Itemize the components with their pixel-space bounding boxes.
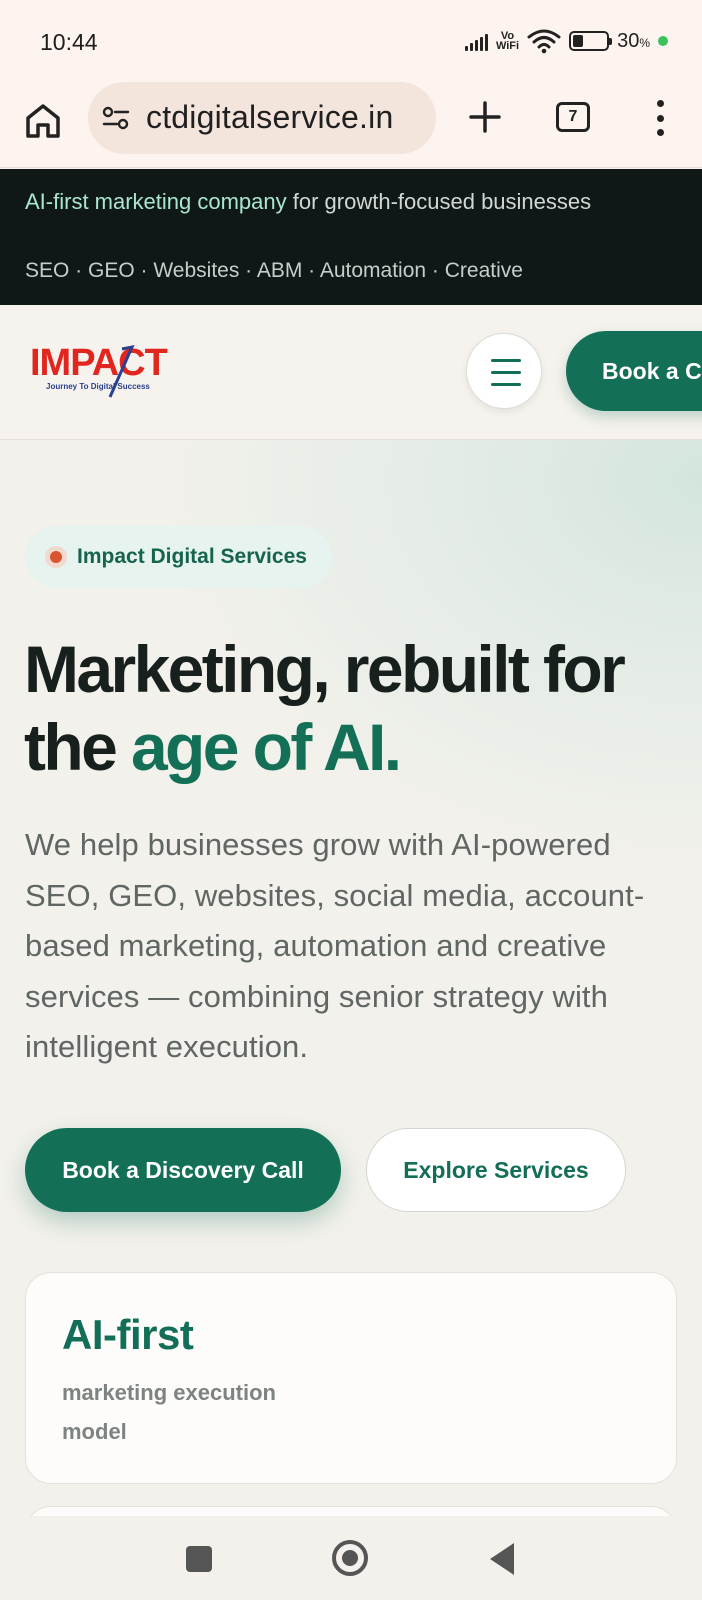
vowifi-label: Vo WiFi [495,30,520,52]
banner-tagline-rest: for growth-focused businesses [286,189,592,214]
status-icons: Vo WiFi 30% [464,28,668,54]
url-text: ctdigitalservice.in [146,99,394,135]
book-discovery-call-button[interactable]: Book a Discovery Call [25,1128,341,1212]
tab-switcher-icon[interactable]: 7 [556,102,590,132]
banner-services: SEO · GEO · Websites · ABM · Automation … [25,259,523,282]
battery-icon [569,31,613,51]
battery-percent: 30% [617,29,650,52]
svg-text:Journey To Digital Success: Journey To Digital Success [46,382,150,391]
hamburger-icon [491,359,521,362]
system-nav-bar [0,1516,702,1600]
status-dot-icon [45,546,67,568]
book-call-header-button[interactable]: Book a Call [566,331,702,411]
stat-card: AI-first marketing execution model [25,1272,677,1484]
hero-section: Impact Digital Services Marketing, rebui… [0,440,702,1516]
hero-title-accent: age of AI. [130,710,402,784]
impact-logo[interactable]: IMPACT Journey To Digital Success [30,339,190,399]
brand-chip: Impact Digital Services [25,526,332,588]
status-time: 10:44 [40,29,98,55]
site-header: IMPACT Journey To Digital Success Book a… [0,305,702,440]
announcement-banner: AI-first marketing company for growth-fo… [0,169,702,305]
brand-chip-label: Impact Digital Services [77,545,307,568]
signal-icon [464,31,488,51]
site-settings-icon[interactable] [102,106,130,130]
stat-card-next [25,1506,677,1516]
home-icon[interactable] [22,100,64,142]
stat-label: marketing execution model [62,1380,276,1444]
battery-fill [573,35,584,47]
home-nav-icon[interactable] [332,1540,368,1576]
status-bar: 10:44 Vo WiFi 30% [0,0,702,80]
explore-services-button[interactable]: Explore Services [366,1128,626,1212]
browser-toolbar: ctdigitalservice.in 7 [0,80,702,168]
menu-button[interactable] [466,333,542,409]
wifi-icon [527,29,561,54]
privacy-indicator-dot [658,36,668,46]
stat-value: AI-first [62,1311,194,1358]
banner-highlight: AI-first marketing company [25,189,287,214]
back-icon[interactable] [490,1543,514,1575]
hero-title: Marketing, rebuilt for the age of AI. [24,630,684,786]
svg-text:IMPACT: IMPACT [30,342,168,384]
more-menu-icon[interactable] [648,100,672,136]
address-bar[interactable]: ctdigitalservice.in [88,82,436,154]
new-tab-icon[interactable] [466,98,504,136]
banner-tagline: AI-first marketing company for growth-fo… [25,189,591,215]
hero-description: We help businesses grow with AI-powered … [25,827,645,1064]
recent-apps-icon[interactable] [186,1546,212,1572]
